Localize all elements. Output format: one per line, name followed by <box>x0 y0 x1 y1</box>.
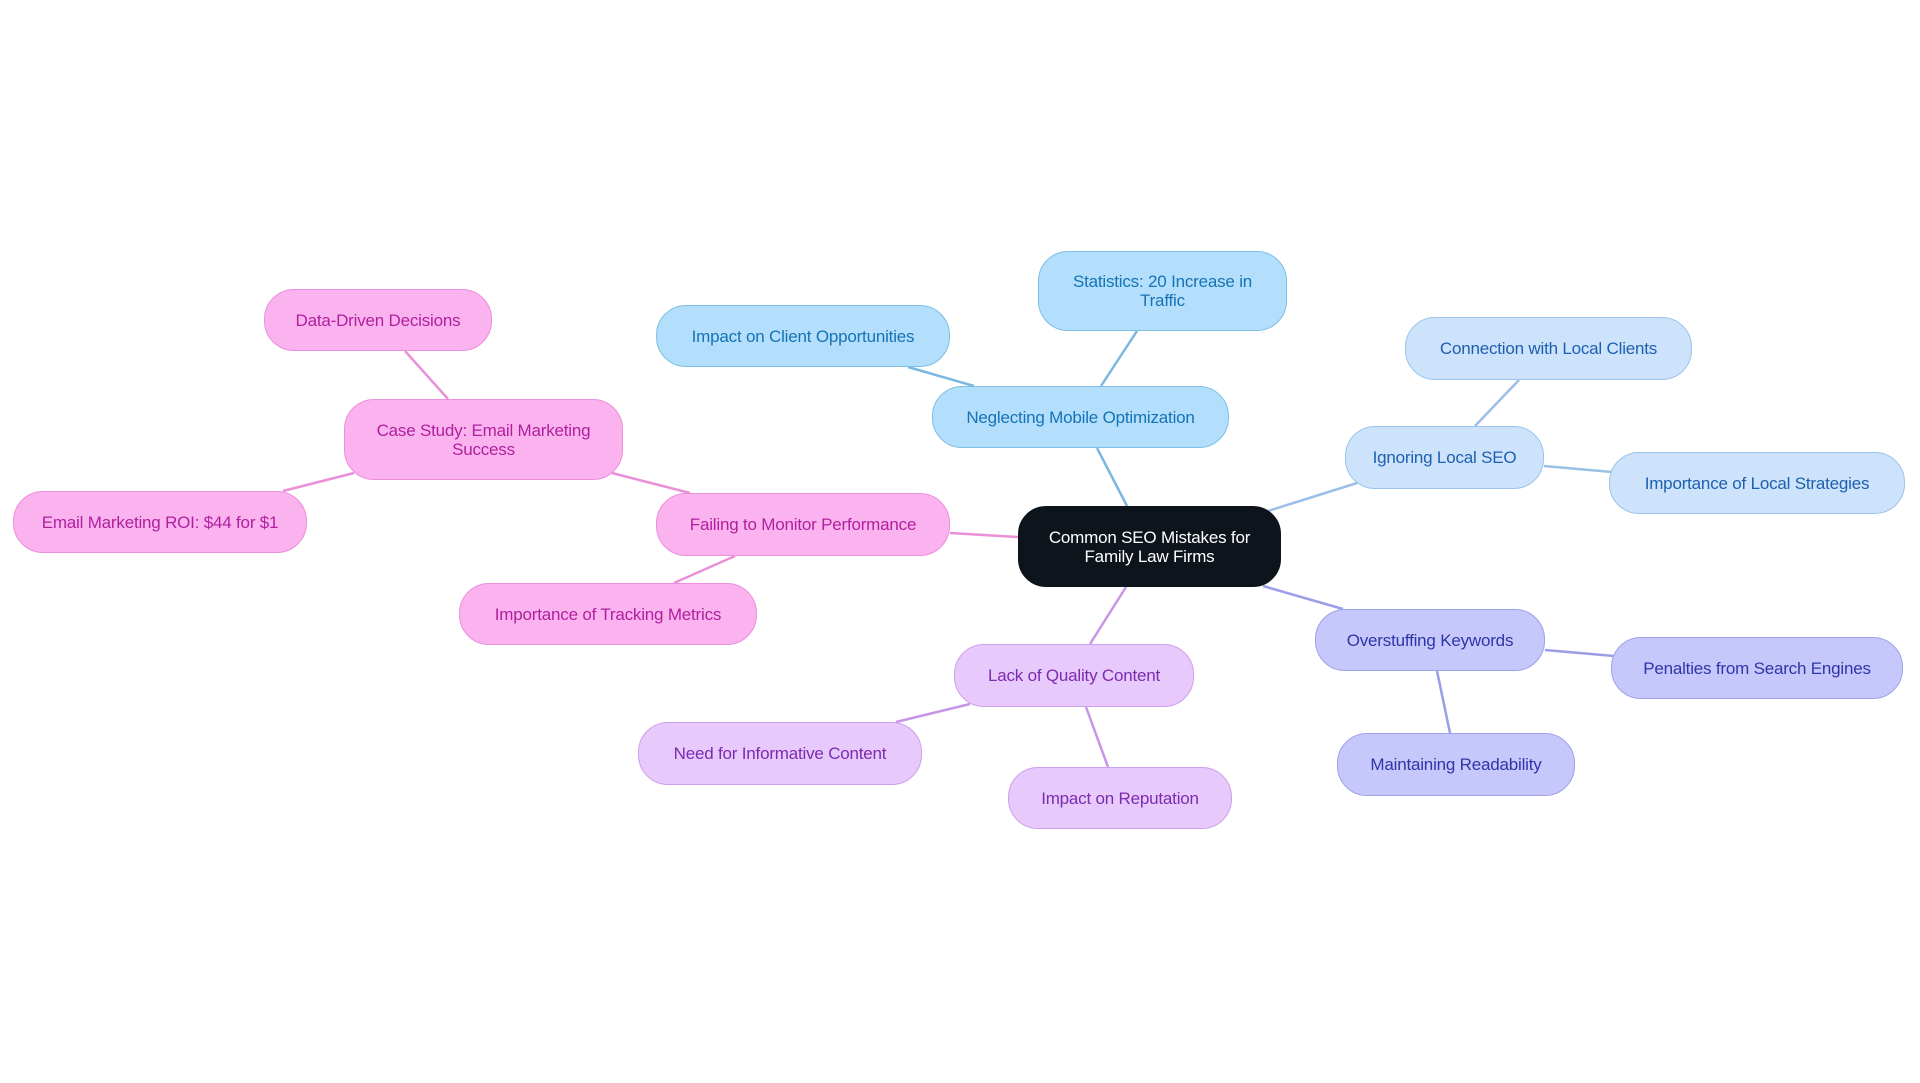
node-label: Failing to Monitor Performance <box>689 515 917 534</box>
edge-local <box>1267 481 1358 513</box>
branch-node-ignoring-local-seo[interactable]: Ignoring Local SEO <box>1345 426 1544 489</box>
node-label: Connection with Local Clients <box>1439 339 1658 358</box>
edge-content-informative <box>895 702 971 724</box>
edge-keywords <box>1262 584 1344 611</box>
edge-monitor <box>949 531 1019 539</box>
edge-local-connection <box>1474 379 1520 427</box>
leaf-node-penalties-from-search-engines[interactable]: Penalties from Search Engines <box>1611 637 1903 699</box>
edge-content-reputation <box>1084 706 1110 768</box>
node-label: Neglecting Mobile Optimization <box>966 407 1195 427</box>
branch-node-lack-of-quality-content[interactable]: Lack of Quality Content <box>954 644 1194 707</box>
mindmap-diagram: Common SEO Mistakes for Family Law Firms… <box>0 0 1920 1083</box>
edge-monitor-tracking <box>673 554 736 585</box>
node-label: Overstuffing Keywords <box>1346 630 1514 650</box>
leaf-node-impact-on-client-opportunities[interactable]: Impact on Client Opportunities <box>656 305 950 367</box>
branch-node-neglecting-mobile-optimization[interactable]: Neglecting Mobile Optimization <box>932 386 1229 448</box>
edge-monitor-case <box>611 471 691 495</box>
node-label: Lack of Quality Content <box>987 666 1161 685</box>
node-label: Data-Driven Decisions <box>295 310 461 330</box>
node-label: Need for Informative Content <box>673 744 887 763</box>
branch-node-overstuffing-keywords[interactable]: Overstuffing Keywords <box>1315 609 1545 671</box>
edge-case-roi <box>282 471 355 493</box>
node-label: Maintaining Readability <box>1370 755 1542 774</box>
node-label: Impact on Reputation <box>1041 788 1199 808</box>
root-node-label: Common SEO Mistakes for Family Law Firms <box>1048 527 1251 566</box>
edge-mobile <box>1095 447 1129 507</box>
subbranch-node-case-study-email-marketing[interactable]: Case Study: Email Marketing Success <box>344 399 623 480</box>
leaf-node-email-marketing-roi[interactable]: Email Marketing ROI: $44 for $1 <box>13 491 307 553</box>
leaf-node-need-for-informative-content[interactable]: Need for Informative Content <box>638 722 922 785</box>
node-label: Email Marketing ROI: $44 for $1 <box>41 512 279 532</box>
node-label: Case Study: Email Marketing Success <box>376 420 591 459</box>
edge-local-importance <box>1543 464 1613 474</box>
leaf-node-importance-of-local-strategies[interactable]: Importance of Local Strategies <box>1609 452 1905 514</box>
leaf-node-impact-on-reputation[interactable]: Impact on Reputation <box>1008 767 1232 829</box>
leaf-node-maintaining-readability[interactable]: Maintaining Readability <box>1337 733 1575 796</box>
leaf-node-data-driven-decisions[interactable]: Data-Driven Decisions <box>264 289 492 351</box>
node-label: Importance of Local Strategies <box>1644 473 1870 493</box>
node-label: Statistics: 20 Increase in Traffic <box>1072 272 1253 310</box>
node-label: Importance of Tracking Metrics <box>494 604 722 624</box>
edge-case-data <box>404 350 449 400</box>
edge-content <box>1088 586 1128 645</box>
edge-mobile-stats <box>1099 330 1139 387</box>
root-node[interactable]: Common SEO Mistakes for Family Law Firms <box>1018 506 1281 587</box>
branch-node-failing-to-monitor-performance[interactable]: Failing to Monitor Performance <box>656 493 950 556</box>
edge-keywords-readability <box>1435 670 1452 734</box>
node-label: Impact on Client Opportunities <box>691 326 915 346</box>
leaf-node-importance-of-tracking-metrics[interactable]: Importance of Tracking Metrics <box>459 583 757 645</box>
node-label: Ignoring Local SEO <box>1372 448 1517 467</box>
edge-keywords-penalties <box>1544 648 1615 658</box>
leaf-node-connection-with-local-clients[interactable]: Connection with Local Clients <box>1405 317 1692 380</box>
node-label: Penalties from Search Engines <box>1643 658 1871 678</box>
leaf-node-statistics-traffic-increase[interactable]: Statistics: 20 Increase in Traffic <box>1038 251 1287 331</box>
edge-mobile-client <box>907 365 975 388</box>
